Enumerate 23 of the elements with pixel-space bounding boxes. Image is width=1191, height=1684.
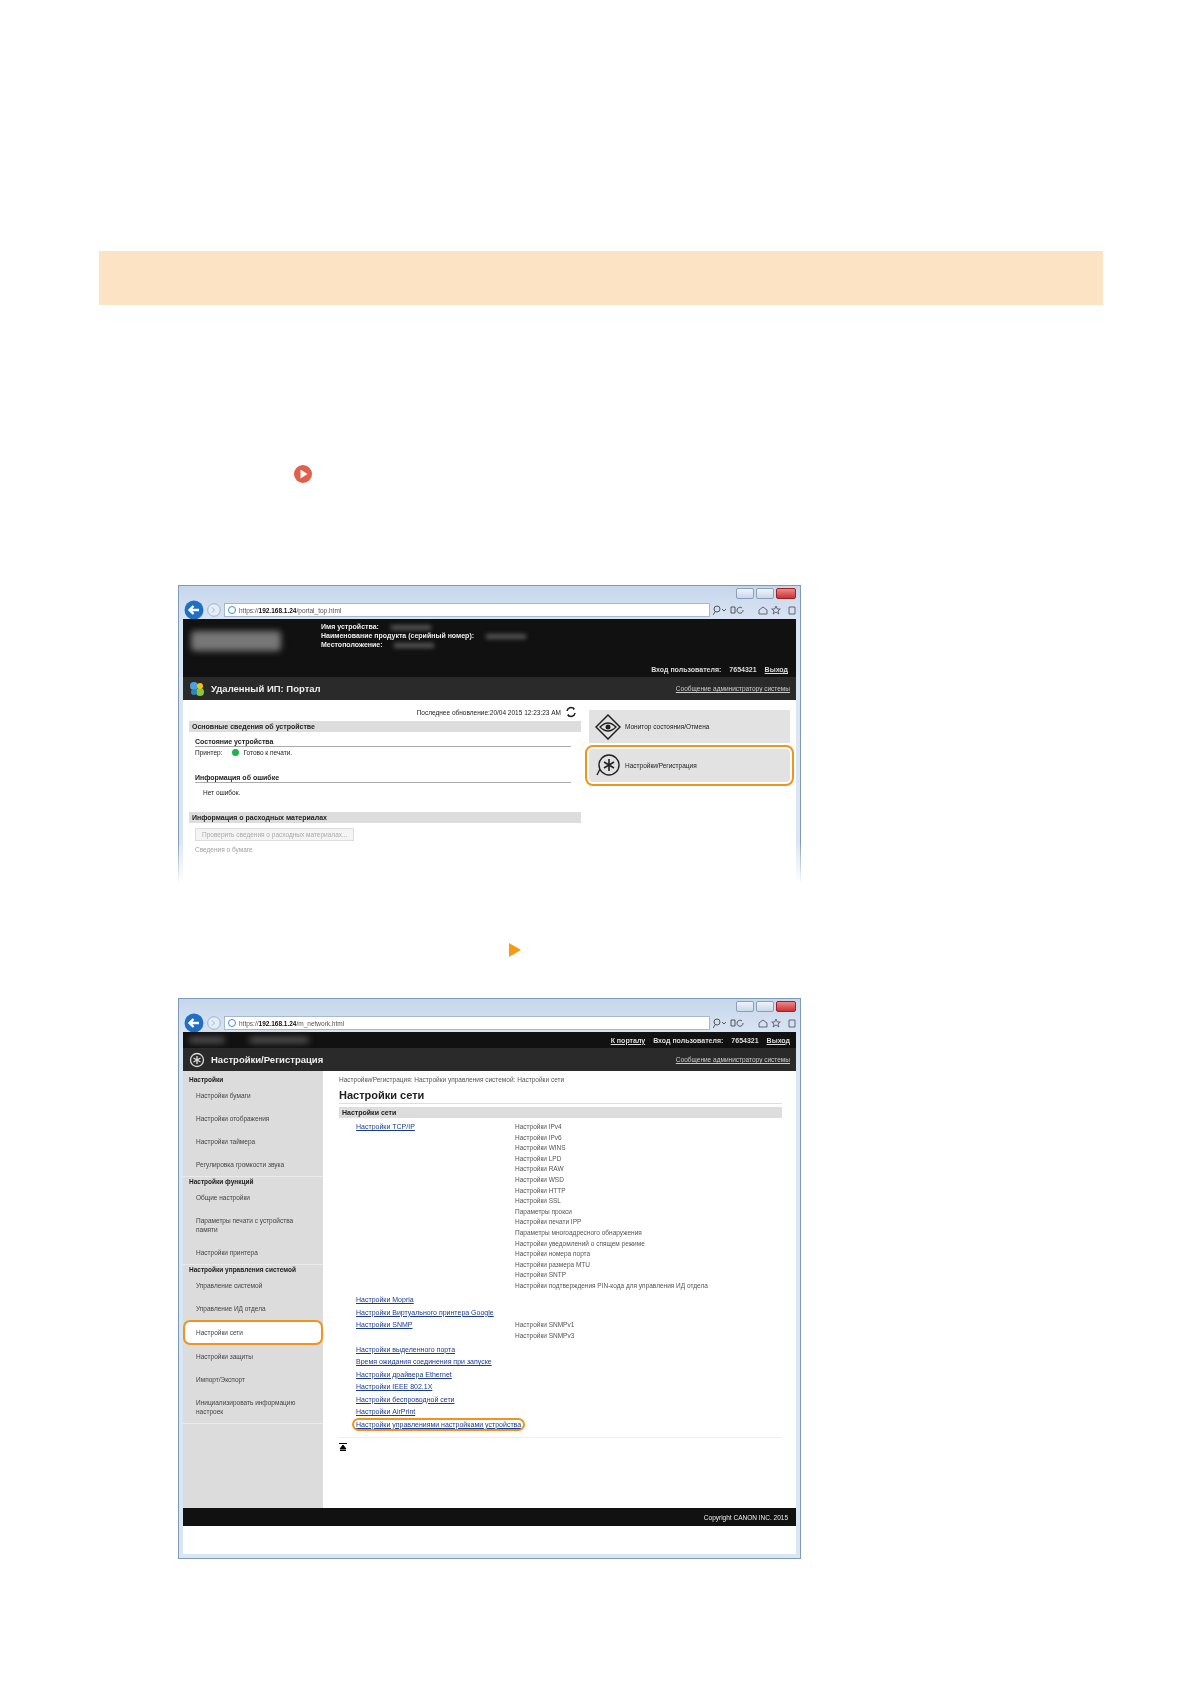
eye-icon [595, 713, 621, 740]
arrow-icon [509, 943, 521, 957]
refresh-icon[interactable] [565, 706, 577, 718]
gear-icon [189, 1051, 205, 1068]
back-icon[interactable] [184, 600, 204, 620]
browser-toolbar-icons[interactable] [756, 605, 796, 615]
maximize-button[interactable] [756, 1001, 774, 1012]
close-button[interactable] [776, 1001, 796, 1012]
maximize-button[interactable] [756, 588, 774, 599]
page-title: Удаленный ИП: Портал [211, 683, 321, 694]
page-heading: Настройки сети [339, 1089, 782, 1104]
gear-icon [595, 752, 621, 779]
blurred-text [189, 1037, 225, 1043]
minimize-button[interactable] [736, 1001, 754, 1012]
close-button[interactable] [776, 588, 796, 599]
portal-icon [189, 680, 205, 697]
minimize-button[interactable] [736, 588, 754, 599]
page-title: Настройки/Регистрация [211, 1054, 324, 1065]
blurred-text [249, 1037, 309, 1043]
page-top-icon[interactable] [339, 1442, 347, 1451]
back-icon[interactable] [184, 1013, 204, 1033]
play-icon [293, 464, 313, 484]
browser-toolbar-icons[interactable] [756, 1018, 796, 1028]
